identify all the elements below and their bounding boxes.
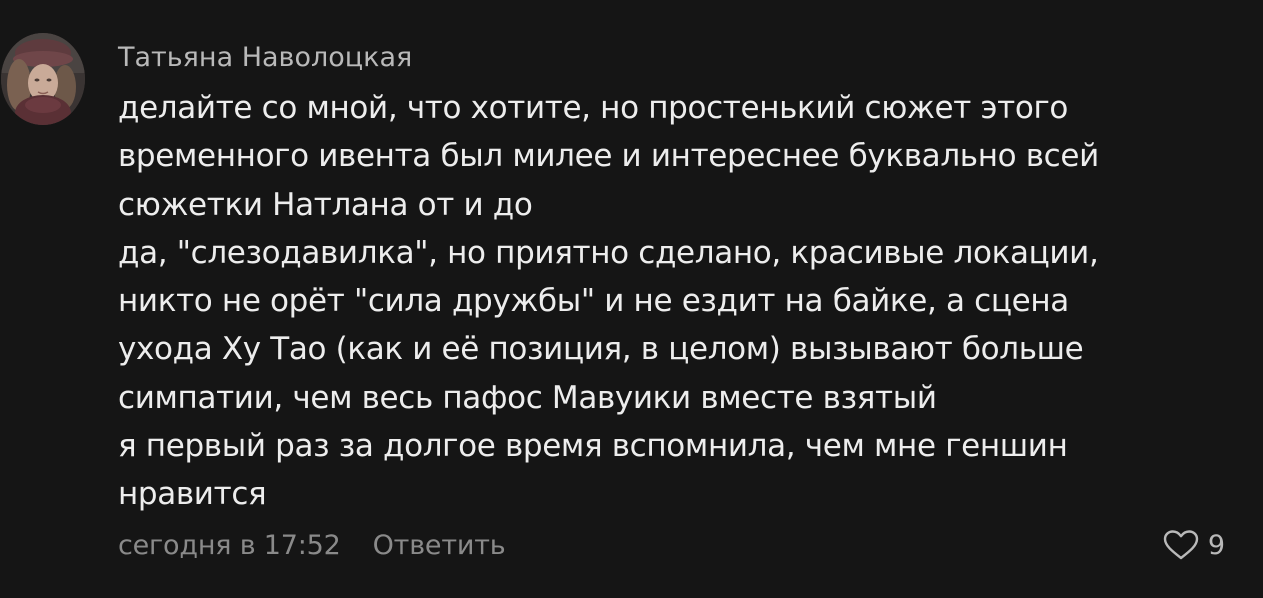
comment-line: сюжетки Натлана от и до xyxy=(118,186,533,223)
comment-line: делайте со мной, что хотите, но простень… xyxy=(118,90,1069,126)
avatar[interactable] xyxy=(1,33,85,125)
comment-line: временного ивента был милее и интереснее… xyxy=(118,138,1099,175)
comment-timestamp: сегодня в 17:52 xyxy=(118,529,341,561)
reply-button[interactable]: Ответить xyxy=(373,530,506,561)
comment-line: я первый раз за долгое время вспомнила, … xyxy=(118,428,1068,465)
comment-footer: сегодня в 17:52 Ответить xyxy=(118,527,506,563)
comment-line: да, "слезодавилка", но приятно сделано, … xyxy=(118,234,1099,271)
heart-outline-icon xyxy=(1162,529,1200,561)
comment-line: никто не орёт "сила дружбы" и не ездит н… xyxy=(118,283,1069,320)
comment-line: нравится xyxy=(118,476,267,513)
like-count: 9 xyxy=(1207,529,1225,561)
comment-line: симпатии, чем весь пафос Мавуики вместе … xyxy=(118,379,937,416)
author-name[interactable]: Татьяна Наволоцкая xyxy=(118,40,412,76)
like-button[interactable]: 9 xyxy=(1162,527,1225,563)
comment-line: ухода Ху Тао (как и её позиция, в целом)… xyxy=(118,331,1084,368)
comment: Татьяна Наволоцкая делайте со мной, что … xyxy=(0,0,1263,598)
comment-text: делайте со мной, что хотите, но простень… xyxy=(118,84,1228,519)
